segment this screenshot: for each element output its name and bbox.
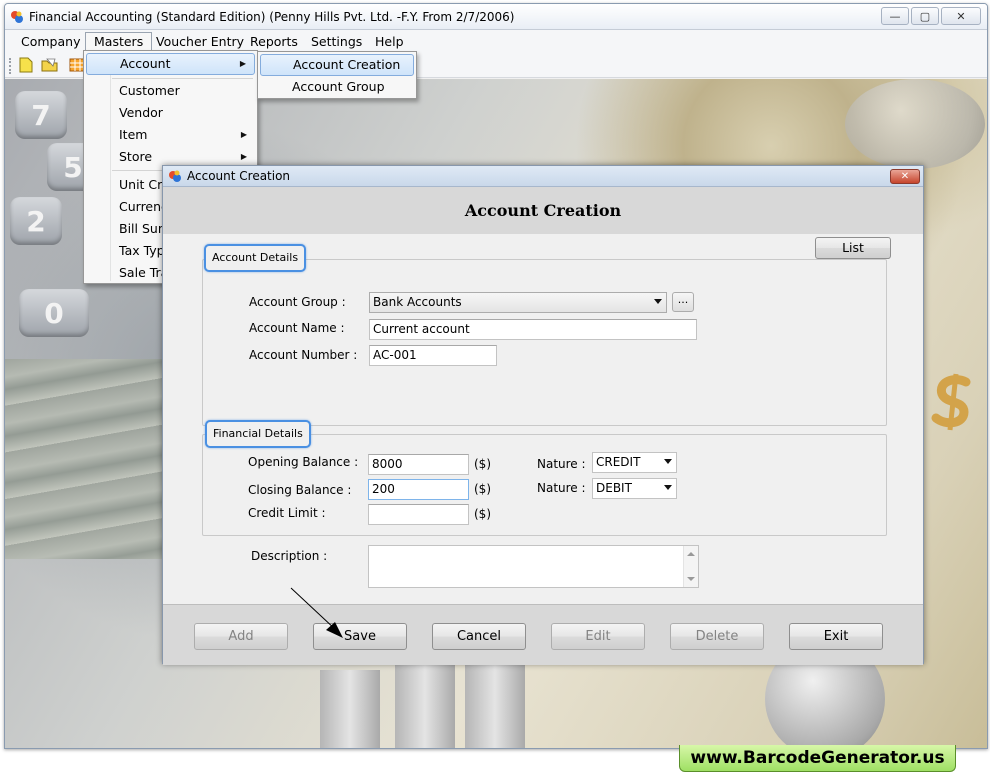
opening-balance-input[interactable]: 8000 bbox=[368, 454, 469, 475]
opening-nature-select[interactable]: CREDIT bbox=[592, 452, 677, 473]
dialog-heading: Account Creation bbox=[464, 201, 622, 220]
menu-help[interactable]: Help bbox=[367, 33, 412, 53]
chevron-down-icon bbox=[664, 459, 672, 464]
browse-group-button[interactable]: ... bbox=[672, 292, 694, 312]
account-name-input[interactable]: Current account bbox=[369, 319, 697, 340]
delete-button[interactable]: Delete bbox=[670, 623, 764, 650]
opening-nature-value: CREDIT bbox=[596, 455, 641, 469]
menu-item-label: Item bbox=[119, 127, 148, 142]
open-folder-icon[interactable] bbox=[41, 57, 59, 73]
list-button[interactable]: List bbox=[815, 237, 891, 259]
dialog-title-bar: Account Creation ✕ bbox=[163, 166, 923, 187]
watermark-banner: www.BarcodeGenerator.us bbox=[679, 745, 956, 772]
dialog-button-bar: Add Save Cancel Edit Delete Exit bbox=[163, 604, 923, 665]
menu-item-account-creation[interactable]: Account Creation bbox=[260, 54, 414, 76]
financial-details-tag: Financial Details bbox=[205, 420, 311, 448]
menu-item-account[interactable]: Account ▶ bbox=[86, 53, 255, 75]
menu-separator bbox=[112, 78, 253, 79]
banknotes-image bbox=[5, 359, 175, 559]
app-icon bbox=[11, 11, 23, 23]
credit-limit-input[interactable] bbox=[368, 504, 469, 525]
scroll-down-icon[interactable] bbox=[687, 577, 695, 581]
minimize-button[interactable]: — bbox=[881, 7, 909, 25]
menu-item-label: Store bbox=[119, 149, 153, 164]
submenu-arrow-icon: ▶ bbox=[239, 59, 246, 68]
chart-bar-image bbox=[320, 670, 380, 748]
calculator-key: 0 bbox=[19, 289, 89, 337]
cancel-button[interactable]: Cancel bbox=[432, 623, 526, 650]
dialog-header: Account Creation bbox=[163, 187, 923, 234]
closing-nature-select[interactable]: DEBIT bbox=[592, 478, 677, 499]
nature-label: Nature : bbox=[537, 457, 586, 471]
account-group-value: Bank Accounts bbox=[373, 295, 462, 309]
close-button[interactable]: ✕ bbox=[941, 7, 981, 25]
app-icon bbox=[169, 170, 181, 182]
menu-item-label: Account bbox=[120, 56, 171, 71]
edit-button[interactable]: Edit bbox=[551, 623, 645, 650]
account-details-tag: Account Details bbox=[204, 244, 307, 272]
calculator-key: 7 bbox=[15, 91, 67, 139]
exit-button[interactable]: Exit bbox=[789, 623, 883, 650]
nature-label: Nature : bbox=[537, 481, 586, 495]
description-scrollbar[interactable] bbox=[683, 546, 698, 587]
menu-masters[interactable]: Masters bbox=[85, 32, 153, 52]
coin-image bbox=[845, 79, 985, 169]
credit-limit-label: Credit Limit : bbox=[248, 506, 326, 520]
currency-unit: ($) bbox=[474, 457, 491, 471]
account-group-select[interactable]: Bank Accounts bbox=[369, 292, 667, 313]
add-button[interactable]: Add bbox=[194, 623, 288, 650]
account-group-label: Account Group : bbox=[249, 295, 346, 309]
currency-unit: ($) bbox=[474, 482, 491, 496]
account-submenu: Account Creation Account Group bbox=[257, 51, 417, 99]
account-details-group bbox=[202, 259, 887, 426]
chevron-down-icon bbox=[664, 485, 672, 490]
account-number-input[interactable]: AC-001 bbox=[369, 345, 497, 366]
menu-bar: Company Masters Voucher Entry Reports Se… bbox=[5, 30, 987, 52]
account-name-label: Account Name : bbox=[249, 321, 345, 335]
maximize-button[interactable]: ▢ bbox=[911, 7, 939, 25]
description-textarea[interactable] bbox=[368, 545, 699, 588]
dialog-title: Account Creation bbox=[187, 169, 291, 183]
menu-company[interactable]: Company bbox=[13, 33, 88, 53]
menu-item-customer[interactable]: Customer bbox=[86, 80, 255, 102]
menu-item-account-group[interactable]: Account Group bbox=[260, 76, 414, 98]
window-title: Financial Accounting (Standard Edition) … bbox=[29, 10, 515, 24]
chevron-down-icon bbox=[654, 299, 662, 304]
currency-unit: ($) bbox=[474, 507, 491, 521]
dollar-sign-image bbox=[931, 373, 971, 431]
scroll-up-icon[interactable] bbox=[687, 552, 695, 556]
title-bar: Financial Accounting (Standard Edition) … bbox=[5, 4, 987, 30]
description-label: Description : bbox=[251, 549, 328, 563]
menu-settings[interactable]: Settings bbox=[303, 33, 370, 53]
closing-balance-input[interactable]: 200 bbox=[368, 479, 469, 500]
pointer-arrow-icon bbox=[290, 587, 343, 638]
closing-nature-value: DEBIT bbox=[596, 481, 632, 495]
opening-balance-label: Opening Balance : bbox=[248, 455, 359, 469]
new-file-icon[interactable] bbox=[17, 57, 35, 73]
submenu-arrow-icon: ▶ bbox=[240, 130, 247, 139]
menu-item-vendor[interactable]: Vendor bbox=[86, 102, 255, 124]
account-number-label: Account Number : bbox=[249, 348, 358, 362]
closing-balance-label: Closing Balance : bbox=[248, 483, 352, 497]
account-creation-dialog: Account Creation ✕ Account Creation List… bbox=[162, 165, 924, 665]
dialog-close-button[interactable]: ✕ bbox=[890, 169, 920, 184]
calculator-key: 2 bbox=[10, 197, 62, 245]
menu-item-item[interactable]: Item ▶ bbox=[86, 124, 255, 146]
toolbar-grip[interactable] bbox=[9, 58, 11, 74]
